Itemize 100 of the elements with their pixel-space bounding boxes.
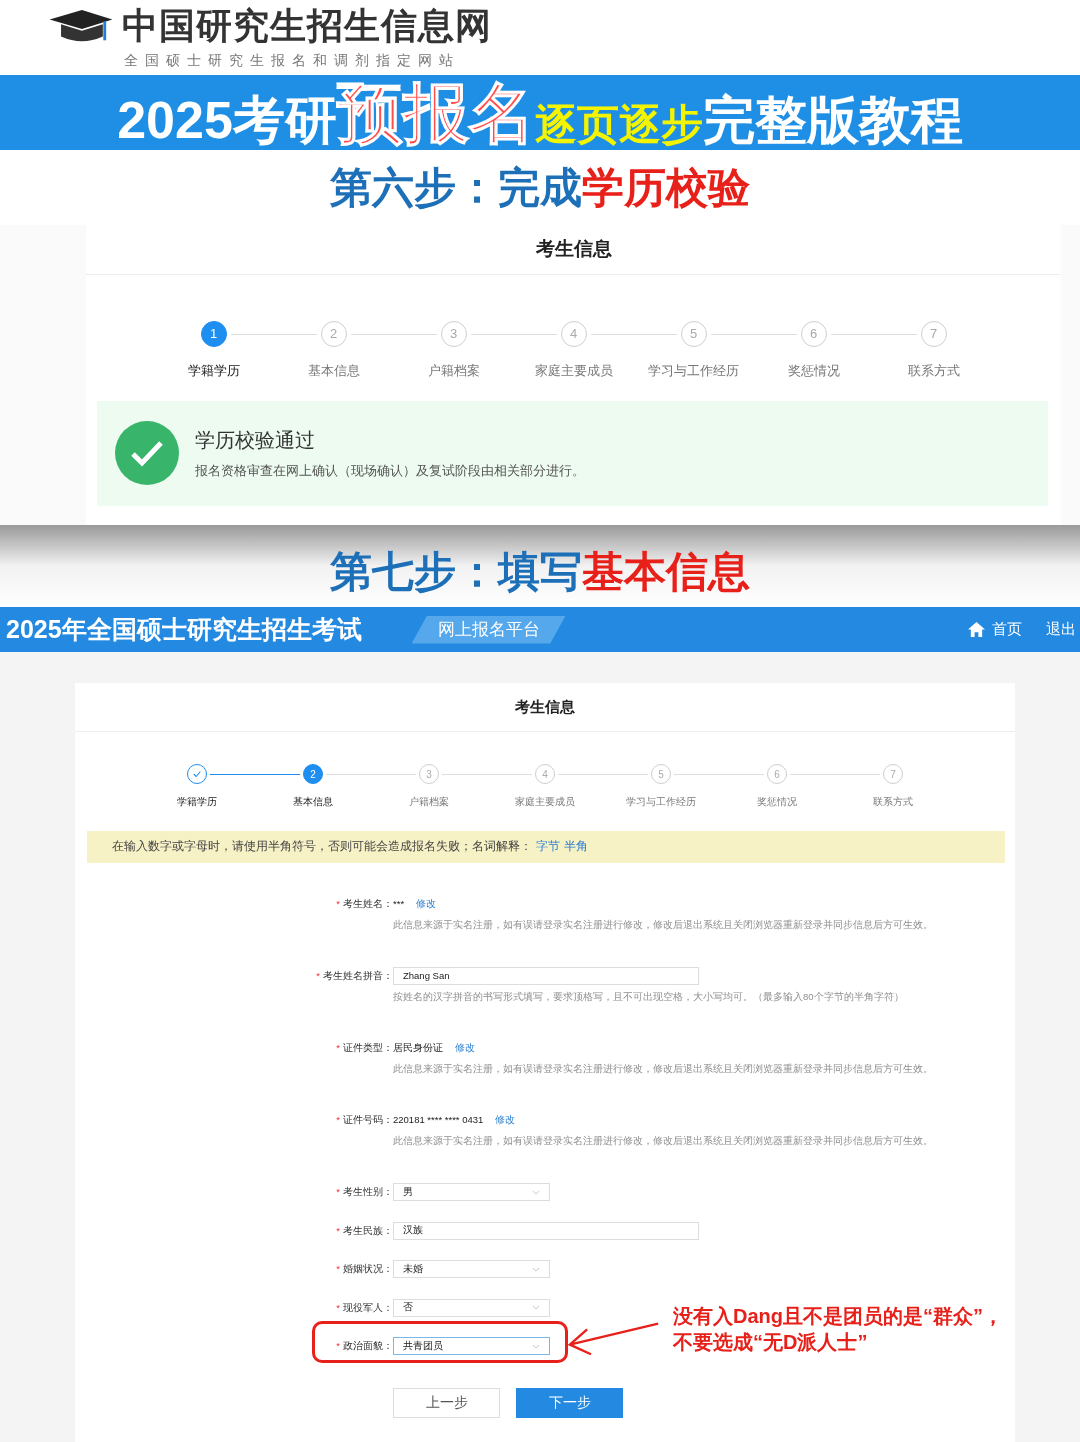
field-label: 考生性别： [343, 1185, 393, 1199]
step-number: 6 [774, 767, 780, 782]
step-heading: 第七步：填写基本信息 [330, 551, 750, 593]
chevron-down-icon [532, 1305, 540, 1310]
required-mark: * [336, 1041, 340, 1055]
edit-link[interactable]: 修改 [495, 1112, 516, 1128]
previous-button[interactable]: 上一步 [393, 1387, 500, 1418]
step-label: 户籍档案 [409, 795, 449, 809]
step-indicator[interactable]: 5 [680, 321, 707, 347]
site-title: 中国研究生招生信息网 [122, 6, 492, 46]
step-indicator[interactable]: 4 [535, 764, 555, 784]
card-title: 考生信息 [535, 237, 612, 262]
step-indicator[interactable]: 7 [920, 321, 947, 347]
site-subtitle: 全国硕士研究生报名和调剂指定网站 [124, 51, 461, 70]
step-label: 户籍档案 [427, 362, 480, 380]
required-mark: * [336, 897, 340, 911]
field-hint: 此信息来源于实名注册，如有误请登录实名注册进行修改，修改后退出系统且关闭浏览器重新登录并同步信息后方可生效。 [393, 918, 934, 932]
step-number: 7 [929, 325, 938, 344]
step-number: 5 [689, 325, 698, 344]
edit-link[interactable]: 修改 [455, 1040, 475, 1056]
step-indicator[interactable] [187, 764, 207, 784]
step-indicator[interactable]: 4 [560, 321, 587, 347]
step-indicator[interactable]: 2 [320, 321, 347, 347]
step-label: 家庭主要成员 [534, 362, 613, 380]
select-field[interactable]: 否 [393, 1298, 550, 1317]
text-field[interactable]: 汉族 [393, 1221, 699, 1240]
text-field[interactable]: Zhang San [393, 967, 699, 985]
next-button[interactable]: 下一步 [516, 1387, 623, 1418]
field-hint: 此信息来源于实名注册，如有误请登录实名注册进行修改，修改后退出系统且关闭浏览器重新登录并同步信息后方可生效。 [393, 1062, 934, 1076]
chevron-down-icon [532, 1343, 540, 1349]
step-label: 联系方式 [873, 795, 913, 809]
step-number: 1 [209, 325, 218, 344]
banner-title: 2025考研预报名 逐页逐步完整版教程 [117, 79, 963, 146]
field-label: 婚姻状况： [343, 1262, 393, 1276]
required-mark: * [336, 1223, 340, 1238]
step-label: 奖惩情况 [757, 795, 797, 809]
step-label: 联系方式 [907, 362, 960, 380]
result-title: 学历校验通过 [195, 428, 316, 454]
step-number: 3 [449, 325, 458, 344]
home-link[interactable]: 首页 [992, 618, 1022, 641]
step-heading: 第六步：完成学历校验 [330, 166, 750, 209]
field-label: 考生姓名拼音： [323, 969, 393, 983]
field-value: 220181 **** **** 0431 [393, 1112, 484, 1127]
chevron-down-icon [532, 1266, 540, 1272]
field-hint: 此信息来源于实名注册，如有误请登录实名注册进行修改，修改后退出系统且关闭浏览器重新登录并同步信息后方可生效。 [393, 1134, 934, 1148]
step-indicator[interactable]: 1 [200, 321, 227, 347]
result-message: 报名资格审查在网上确认（现场确认）及复试阶段由相关部分进行。 [195, 462, 585, 481]
field-value: *** [393, 896, 405, 911]
required-mark: * [336, 1113, 340, 1127]
step-indicator[interactable]: 6 [767, 764, 787, 784]
step-indicator[interactable]: 5 [651, 764, 671, 784]
step-number: 4 [542, 767, 548, 782]
step-number: 6 [809, 325, 818, 344]
field-label: 证件类型： [343, 1041, 393, 1055]
select-field[interactable]: 共青团员 [393, 1337, 550, 1355]
required-mark: * [336, 1185, 340, 1199]
step-label: 家庭主要成员 [515, 795, 575, 809]
select-field[interactable]: 男 [393, 1183, 550, 1201]
annotation-text: 不要选成“无D派人士” [673, 1330, 869, 1355]
notice-text: 在输入数字或字母时，请使用半角符号，否则可能会造成报名失败；名词解释： [112, 839, 532, 855]
step-label: 奖惩情况 [787, 362, 840, 380]
step-indicator[interactable]: 2 [303, 764, 323, 784]
step-label: 基本信息 [307, 362, 360, 380]
field-label: 现役军人： [343, 1300, 393, 1315]
glossary-link[interactable]: 半角 [564, 838, 588, 856]
step-label: 学籍学历 [187, 362, 240, 380]
platform-title: 2025年全国硕士研究生招生考试 [6, 613, 362, 645]
chevron-down-icon [532, 1189, 540, 1195]
glossary-link[interactable]: 字节 [536, 838, 560, 856]
step-label: 基本信息 [293, 795, 333, 809]
required-mark: * [336, 1339, 340, 1353]
field-label: 政治面貌： [343, 1339, 393, 1353]
step-indicator[interactable]: 6 [800, 321, 827, 347]
step-label: 学习与工作经历 [648, 362, 739, 380]
platform-tab[interactable]: 网上报名平台 [411, 615, 566, 644]
field-value: 居民身份证 [393, 1040, 443, 1055]
step-number: 4 [569, 325, 578, 344]
success-check-icon [115, 421, 179, 485]
step-indicator[interactable]: 7 [883, 764, 903, 784]
field-label: 考生姓名： [343, 897, 393, 911]
field-label: 证件号码： [343, 1113, 393, 1127]
step-indicator[interactable]: 3 [419, 764, 439, 784]
required-mark: * [336, 1262, 340, 1276]
step-indicator[interactable]: 3 [440, 321, 467, 347]
select-field[interactable]: 未婚 [393, 1260, 550, 1278]
required-mark: * [336, 1300, 340, 1315]
step-number: 2 [310, 767, 316, 782]
step-number: 7 [890, 767, 896, 782]
required-mark: * [316, 969, 320, 983]
home-icon [966, 621, 987, 638]
card-title: 考生信息 [515, 696, 575, 717]
edit-link[interactable]: 修改 [416, 896, 437, 912]
step-label: 学习与工作经历 [626, 795, 696, 809]
annotation-text: 没有入Dang且不是团员的是“群众”， [673, 1304, 1003, 1329]
logout-link[interactable]: 退出 [1046, 618, 1076, 641]
field-label: 考生民族： [343, 1223, 393, 1238]
check-icon [192, 769, 202, 779]
step-number: 3 [426, 767, 432, 782]
step-number: 2 [329, 325, 338, 344]
step-number: 5 [658, 767, 664, 782]
